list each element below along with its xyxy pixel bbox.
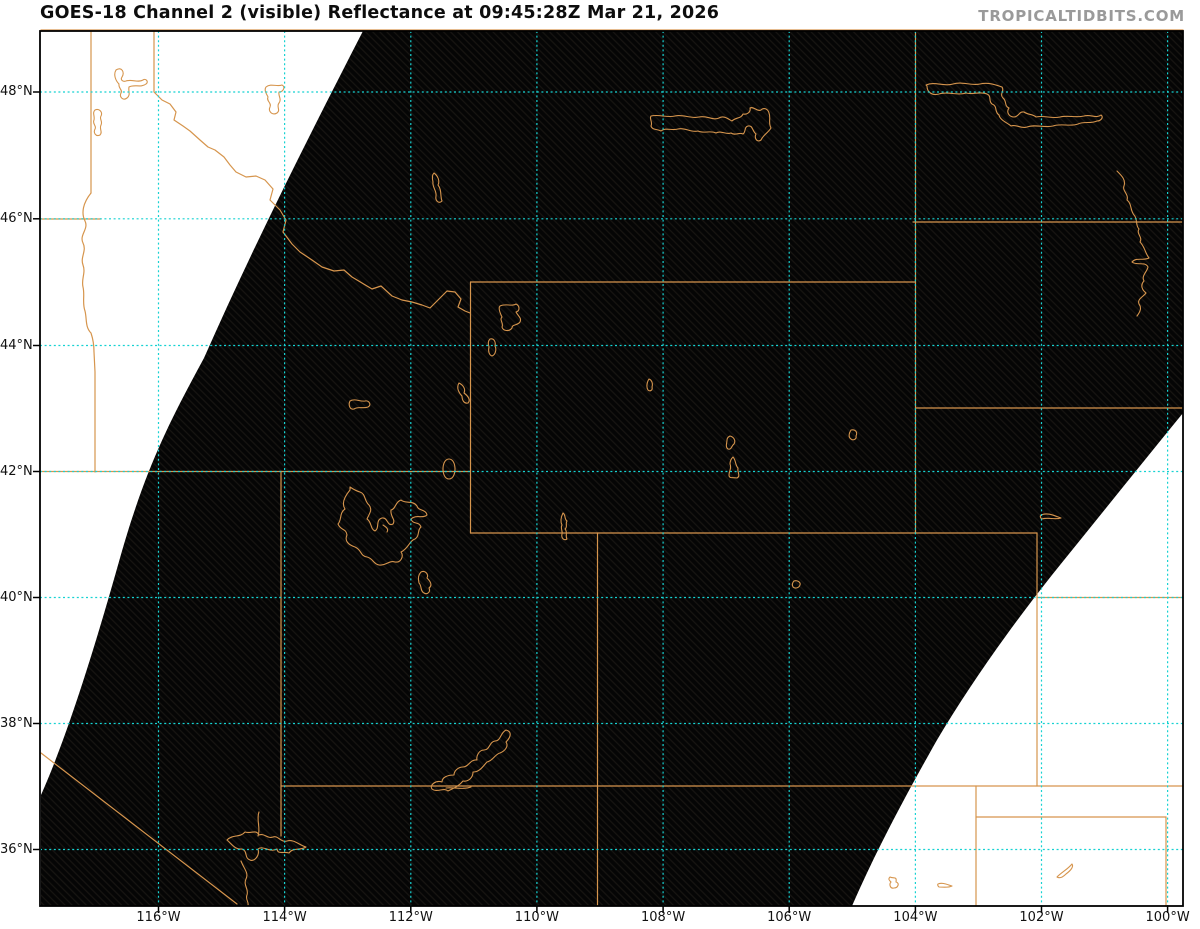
y-axis-label: 44°N [0, 338, 33, 353]
y-axis-label: 36°N [0, 842, 33, 857]
y-axis-label: 38°N [0, 716, 33, 731]
x-axis-label: 112°W [388, 910, 433, 925]
x-axis-label: 114°W [262, 910, 307, 925]
y-axis-label: 40°N [0, 590, 33, 605]
satellite-image-viewer: GOES-18 Channel 2 (visible) Reflectance … [0, 0, 1200, 929]
x-axis-label: 100°W [1145, 910, 1190, 925]
x-axis-label: 106°W [767, 910, 812, 925]
x-axis-label: 104°W [893, 910, 938, 925]
x-axis-label: 110°W [514, 910, 559, 925]
y-axis-label: 42°N [0, 464, 33, 479]
y-axis-label: 48°N [0, 84, 33, 99]
satellite-map [33, 29, 1184, 913]
y-axis-label: 46°N [0, 211, 33, 226]
x-axis-label: 102°W [1019, 910, 1064, 925]
x-axis-label: 108°W [641, 910, 686, 925]
x-axis-label: 116°W [136, 910, 181, 925]
